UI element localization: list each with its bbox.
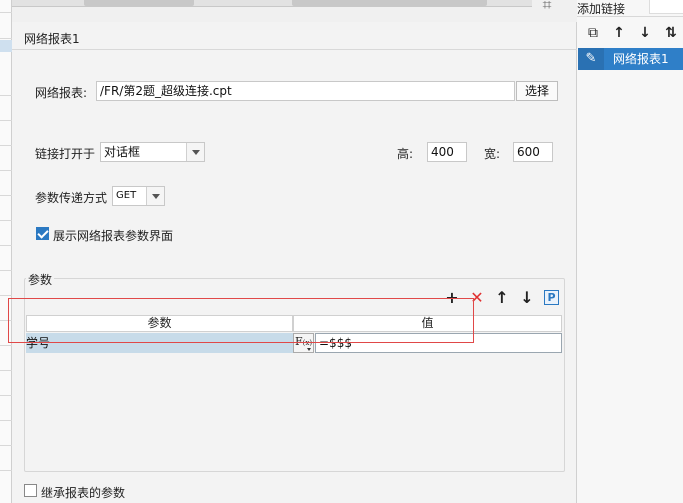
row-line [0, 420, 12, 421]
row-line [0, 170, 12, 171]
title-divider [12, 49, 577, 50]
chevron-down-icon[interactable] [186, 143, 204, 161]
report-path-field[interactable]: /FR/第2题_超级连接.cpt [96, 81, 515, 101]
param-method-select[interactable]: GET [112, 186, 165, 206]
width-label: 宽: [484, 147, 501, 161]
hyperlink-settings-panel: 网络报表1 网络报表: /FR/第2题_超级连接.cpt 选择 链接打开于 对话… [12, 22, 577, 503]
row-line [0, 38, 12, 39]
row-line [0, 370, 12, 371]
arrow-up-icon[interactable]: ↑ [493, 289, 511, 307]
list-item[interactable]: ✎ 网络报表1 [578, 48, 683, 70]
arrow-down-icon[interactable]: ↓ [518, 289, 536, 307]
row-line [0, 95, 12, 96]
arrow-down-icon[interactable]: ↓ [637, 25, 653, 41]
param-method-selected: GET [116, 190, 137, 201]
row-line [0, 470, 12, 471]
link-open-select[interactable]: 对话框 [100, 142, 205, 162]
height-label: 高: [397, 147, 414, 161]
pencil-icon: ✎ [578, 48, 604, 70]
background-tab [292, 0, 487, 6]
link-open-label: 链接打开于 [35, 147, 96, 161]
list-item-label: 网络报表1 [613, 52, 669, 66]
row-line [0, 220, 12, 221]
row-line [0, 195, 12, 196]
inherit-params-checkbox[interactable] [24, 484, 37, 497]
row-line [0, 395, 12, 396]
panel-divider [577, 16, 683, 17]
arrow-up-icon[interactable]: ↑ [611, 25, 627, 41]
param-p-icon[interactable]: P [544, 290, 559, 305]
annotation-highlight-box [8, 298, 474, 343]
row-line [0, 270, 12, 271]
row-line [0, 295, 12, 296]
table-grid-icon[interactable]: ⌗ [535, 0, 559, 13]
background-cell-highlight [0, 40, 12, 52]
background-tab [84, 0, 194, 6]
copy-icon[interactable]: ⧉ [585, 25, 601, 41]
dialog-title: 网络报表1 [24, 32, 80, 46]
row-line [0, 445, 12, 446]
panel-header-blank [649, 0, 683, 14]
background-sheet-edge [0, 0, 12, 503]
report-label: 网络报表: [35, 86, 88, 100]
background-tab-strip [12, 0, 532, 7]
params-group-title: 参数 [26, 271, 55, 288]
row-line [0, 120, 12, 121]
show-params-label: 展示网络报表参数界面 [53, 229, 174, 243]
width-field[interactable]: 600 [513, 142, 553, 162]
row-line [0, 345, 12, 346]
choose-button[interactable]: 选择 [516, 81, 558, 101]
param-method-label: 参数传递方式 [35, 191, 108, 205]
row-line [0, 12, 12, 13]
panel-title: 添加链接 [577, 2, 626, 16]
height-field[interactable]: 400 [427, 142, 467, 162]
show-params-checkbox[interactable] [36, 227, 49, 240]
chevron-down-icon[interactable] [146, 187, 164, 205]
inherit-params-label: 继承报表的参数 [41, 486, 126, 500]
row-line [0, 145, 12, 146]
hyperlink-list-panel: 添加链接 ⧉ ↑ ↓ ⇅ ✎ 网络报表1 [577, 0, 683, 503]
row-line [0, 245, 12, 246]
sort-icon[interactable]: ⇅ [663, 25, 679, 41]
link-open-selected: 对话框 [104, 145, 141, 159]
